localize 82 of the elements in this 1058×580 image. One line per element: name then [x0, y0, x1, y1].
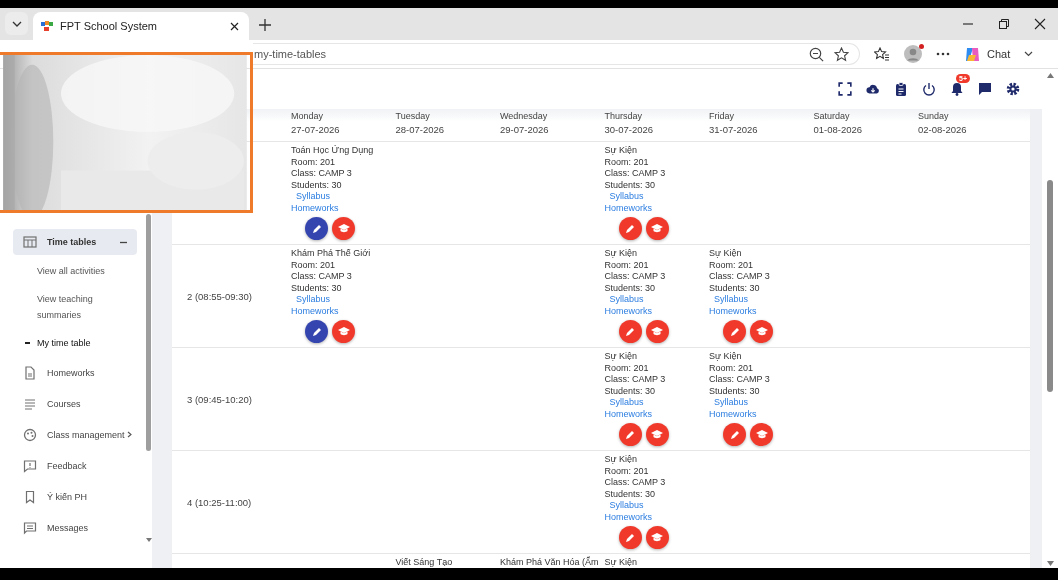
lesson-title: Sự Kiện — [604, 145, 638, 157]
lesson-title: Khám Phá Văn Hóa (Ẩm — [500, 557, 599, 568]
day-date: 29-07-2026 — [500, 124, 550, 135]
day-name: Wednesday — [500, 111, 549, 121]
lesson-title: Khám Phá Thế Giới — [291, 248, 371, 260]
day-date: 28-07-2026 — [395, 124, 446, 135]
day-date: 30-07-2026 — [604, 124, 655, 135]
sidebar-subitem[interactable]: My time table — [13, 329, 137, 357]
lesson-class: Class: CAMP 3 — [604, 477, 666, 489]
url-text: my-time-tables — [254, 48, 327, 60]
lesson-students: Students: 30 — [604, 282, 656, 294]
lesson-class: Class: CAMP 3 — [709, 271, 770, 283]
sidebar-item[interactable]: Homeworks — [13, 357, 137, 388]
tab-title: FPT School System — [60, 20, 158, 32]
lesson-room: Room: 201 — [709, 362, 754, 374]
syllabus-link[interactable]: Syllabus — [296, 191, 331, 203]
lesson-room: Room: 201 — [709, 259, 754, 271]
lesson-students: Students: 30 — [604, 488, 656, 500]
lesson-title: Sự Kiện — [604, 557, 638, 568]
lesson-students: Students: 30 — [709, 282, 760, 294]
lesson-students: Students: 30 — [604, 385, 656, 397]
lesson-title: Sự Kiện — [604, 454, 638, 466]
day-date: 01-08-2026 — [813, 124, 864, 135]
syllabus-link[interactable]: Syllabus — [609, 500, 644, 512]
lesson-class: Class: CAMP 3 — [291, 271, 352, 283]
homeworks-link[interactable]: Homeworks — [604, 408, 652, 420]
homeworks-link[interactable]: Homeworks — [604, 305, 652, 317]
day-date: 31-07-2026 — [709, 124, 759, 135]
syllabus-link[interactable]: Syllabus — [609, 191, 644, 203]
lesson-class: Class: CAMP 3 — [291, 168, 352, 180]
day-date: 27-07-2026 — [291, 124, 341, 135]
day-name: Friday — [709, 111, 735, 121]
syllabus-link[interactable]: Syllabus — [296, 294, 331, 306]
lesson-room: Room: 201 — [291, 259, 336, 271]
chat-button[interactable]: Chat — [964, 43, 1011, 65]
sidebar-item[interactable]: Class management — [13, 419, 137, 450]
day-name: Monday — [291, 111, 325, 121]
sidebar-item[interactable]: Ý kiến PH — [13, 481, 137, 512]
lesson-room: Room: 201 — [604, 362, 649, 374]
lesson-title: Sự Kiện — [604, 248, 638, 260]
homeworks-link[interactable]: Homeworks — [604, 202, 652, 214]
lesson-room: Room: 201 — [291, 156, 336, 168]
sidebar-item[interactable]: Feedback — [13, 450, 137, 481]
homeworks-link[interactable]: Homeworks — [709, 305, 757, 317]
homeworks-link[interactable]: Homeworks — [291, 305, 339, 317]
lesson-title: Viết Sáng Tạo — [395, 557, 453, 568]
syllabus-link[interactable]: Syllabus — [714, 397, 749, 409]
lesson-room: Room: 201 — [604, 156, 649, 168]
syllabus-link[interactable]: Syllabus — [609, 397, 644, 409]
day-name: Saturday — [813, 111, 851, 121]
lesson-title: Sự Kiện — [709, 248, 742, 260]
syllabus-link[interactable]: Syllabus — [609, 294, 644, 306]
sidebar-subitem[interactable]: View all activities — [13, 257, 137, 285]
time-slot-label: 2 (08:55-09:30) — [187, 290, 252, 302]
lesson-students: Students: 30 — [291, 282, 342, 294]
homeworks-link[interactable]: Homeworks — [604, 511, 652, 523]
lesson-students: Students: 30 — [604, 179, 656, 191]
day-name: Thursday — [604, 111, 644, 121]
lesson-class: Class: CAMP 3 — [604, 271, 666, 283]
day-date: 02-08-2026 — [918, 124, 968, 135]
lesson-room: Room: 201 — [604, 259, 649, 271]
homeworks-link[interactable]: Homeworks — [709, 408, 757, 420]
lesson-title: Sự Kiện — [604, 351, 638, 363]
lesson-class: Class: CAMP 3 — [604, 374, 666, 386]
lesson-students: Students: 30 — [291, 179, 342, 191]
day-name: Sunday — [918, 111, 950, 121]
time-slot-label: 4 (10:25-11:00) — [187, 496, 252, 508]
lesson-title: Sự Kiện — [709, 351, 742, 363]
lesson-students: Students: 30 — [709, 385, 760, 397]
lesson-class: Class: CAMP 3 — [604, 168, 666, 180]
lesson-class: Class: CAMP 3 — [709, 374, 770, 386]
sidebar-item[interactable]: Messages — [13, 512, 137, 543]
syllabus-link[interactable]: Syllabus — [714, 294, 749, 306]
lesson-room: Room: 201 — [604, 465, 649, 477]
time-slot-label: 3 (09:45-10:20) — [187, 393, 252, 405]
lesson-title: Toán Học Ứng Dụng — [291, 145, 374, 157]
homeworks-link[interactable]: Homeworks — [291, 202, 339, 214]
sidebar-item[interactable]: Courses — [13, 388, 137, 419]
sidebar-item[interactable]: Time tables — [13, 229, 137, 255]
browser-tab[interactable]: FPT School System — [33, 12, 249, 40]
sidebar-subitem[interactable]: View teaching summaries — [13, 285, 137, 329]
day-name: Tuesday — [395, 111, 431, 121]
